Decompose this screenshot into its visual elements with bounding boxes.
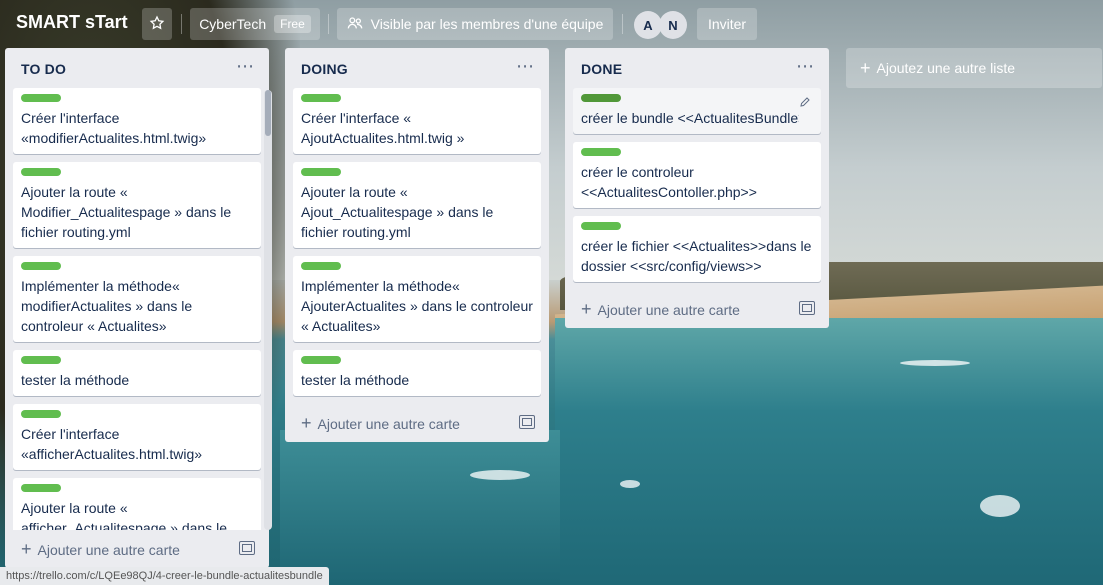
card-title: Ajouter la route « afficher_Actualitespa… bbox=[21, 500, 227, 530]
background-foam bbox=[620, 480, 640, 488]
add-card-button[interactable]: + Ajouter une autre carte bbox=[301, 413, 460, 434]
invite-button[interactable]: Inviter bbox=[697, 8, 757, 40]
visibility-label: Visible par les membres d'une équipe bbox=[370, 16, 604, 32]
card-label-green bbox=[21, 94, 61, 102]
add-card-label: Ajouter une autre carte bbox=[317, 415, 460, 432]
card-title: Implémenter la méthode« modifierActualit… bbox=[21, 278, 193, 334]
card-template-icon[interactable] bbox=[239, 541, 255, 555]
add-list-button[interactable]: + Ajoutez une autre liste bbox=[846, 48, 1102, 88]
card-label-green bbox=[301, 94, 341, 102]
add-card-button[interactable]: + Ajouter une autre carte bbox=[21, 539, 180, 560]
team-visibility-icon bbox=[347, 16, 371, 33]
card-title: Implémenter la méthode« AjouterActualite… bbox=[301, 278, 533, 334]
card[interactable]: Ajouter la route « afficher_Actualitespa… bbox=[13, 478, 261, 530]
add-card-label: Ajouter une autre carte bbox=[597, 301, 740, 318]
status-bar-url: https://trello.com/c/LQEe98QJ/4-creer-le… bbox=[0, 567, 329, 585]
list-scrollbar-thumb[interactable] bbox=[265, 90, 271, 136]
card-title: Ajouter la route « Ajout_Actualitespage … bbox=[301, 184, 494, 240]
list-title[interactable]: DONE bbox=[581, 61, 622, 77]
card-title: créer le controleur <<ActualitesContolle… bbox=[581, 164, 757, 200]
card-label-green bbox=[581, 148, 621, 156]
list-menu-icon[interactable]: ⋯ bbox=[516, 56, 535, 77]
plus-icon: + bbox=[581, 299, 592, 319]
star-button[interactable] bbox=[142, 8, 172, 40]
list-cards: créer le bundle <<ActualitesBundle>> cré… bbox=[565, 88, 829, 282]
card[interactable]: Créer l'interface « AjoutActualites.html… bbox=[293, 88, 541, 154]
card-label-green bbox=[21, 262, 61, 270]
card-title: tester la méthode bbox=[21, 372, 130, 388]
list-scrollbar[interactable] bbox=[264, 90, 272, 530]
card[interactable]: Ajouter la route « Ajout_Actualitespage … bbox=[293, 162, 541, 248]
list-footer: + Ajouter une autre carte bbox=[5, 530, 269, 568]
header-divider bbox=[328, 14, 329, 34]
card-label-green bbox=[301, 356, 341, 364]
board-header: SMART sTart CyberTech Free Visible par l… bbox=[0, 0, 1103, 48]
card[interactable]: Ajouter la route « Modifier_Actualitespa… bbox=[13, 162, 261, 248]
star-icon bbox=[149, 14, 165, 34]
card-template-icon[interactable] bbox=[519, 415, 535, 429]
list-done: DONE ⋯ créer le bundle <<ActualitesBundl… bbox=[565, 48, 829, 328]
team-button[interactable]: CyberTech Free bbox=[190, 8, 320, 40]
card[interactable]: créer le controleur <<ActualitesContolle… bbox=[573, 142, 821, 208]
card-title: Créer l'interface «afficherActualites.ht… bbox=[21, 426, 203, 462]
list-menu-icon[interactable]: ⋯ bbox=[236, 56, 255, 77]
header-divider bbox=[622, 14, 623, 34]
list-header: DOING ⋯ bbox=[285, 48, 549, 88]
background-foam bbox=[470, 470, 530, 480]
card-title: créer le fichier <<Actualites>>dans le d… bbox=[581, 238, 812, 274]
list-title[interactable]: TO DO bbox=[21, 61, 66, 77]
card-label-green bbox=[21, 168, 61, 176]
card[interactable]: créer le fichier <<Actualites>>dans le d… bbox=[573, 216, 821, 282]
add-card-label: Ajouter une autre carte bbox=[37, 541, 180, 558]
plan-badge: Free bbox=[274, 15, 311, 33]
card-label-green bbox=[301, 168, 341, 176]
card[interactable]: Créer l'interface «afficherActualites.ht… bbox=[13, 404, 261, 470]
card[interactable]: tester la méthode bbox=[293, 350, 541, 396]
list-footer: + Ajouter une autre carte bbox=[565, 290, 829, 328]
card-label-green bbox=[581, 94, 621, 102]
list-todo: TO DO ⋯ Créer l'interface «modifierActua… bbox=[5, 48, 269, 568]
list-doing: DOING ⋯ Créer l'interface « AjoutActuali… bbox=[285, 48, 549, 442]
list-menu-icon[interactable]: ⋯ bbox=[796, 56, 815, 77]
member-avatar[interactable]: A bbox=[634, 11, 662, 39]
add-card-button[interactable]: + Ajouter une autre carte bbox=[581, 299, 740, 320]
card[interactable]: créer le bundle <<ActualitesBundle>> bbox=[573, 88, 821, 134]
background-sea-left bbox=[280, 430, 560, 585]
card-title: tester la méthode bbox=[301, 372, 410, 388]
card-title: Créer l'interface «modifierActualites.ht… bbox=[21, 110, 207, 146]
list-cards: Créer l'interface « AjoutActualites.html… bbox=[285, 88, 549, 396]
pencil-icon[interactable] bbox=[799, 96, 811, 111]
plus-icon: + bbox=[301, 413, 312, 433]
card-title: créer le bundle <<ActualitesBundle>> bbox=[581, 110, 799, 126]
add-list-label: Ajoutez une autre liste bbox=[876, 60, 1016, 76]
card-label-green bbox=[21, 356, 61, 364]
header-divider bbox=[181, 14, 182, 34]
card-label-green bbox=[581, 222, 621, 230]
plus-icon: + bbox=[21, 539, 32, 559]
list-title[interactable]: DOING bbox=[301, 61, 348, 77]
visibility-button[interactable]: Visible par les membres d'une équipe bbox=[337, 8, 613, 40]
card[interactable]: Implémenter la méthode« modifierActualit… bbox=[13, 256, 261, 342]
member-avatar[interactable]: N bbox=[659, 11, 687, 39]
background-foam bbox=[980, 495, 1020, 517]
card-title: Créer l'interface « AjoutActualites.html… bbox=[301, 110, 465, 146]
list-header: TO DO ⋯ bbox=[5, 48, 269, 88]
background-sea bbox=[555, 318, 1103, 585]
list-footer: + Ajouter une autre carte bbox=[285, 404, 549, 442]
list-cards: Créer l'interface «modifierActualites.ht… bbox=[5, 88, 269, 530]
board-title[interactable]: SMART sTart bbox=[16, 12, 128, 33]
card[interactable]: tester la méthode bbox=[13, 350, 261, 396]
card[interactable]: Implémenter la méthode« AjouterActualite… bbox=[293, 256, 541, 342]
card-template-icon[interactable] bbox=[799, 301, 815, 315]
plus-icon: + bbox=[860, 57, 871, 78]
card-label-green bbox=[21, 410, 61, 418]
card-title: Ajouter la route « Modifier_Actualitespa… bbox=[21, 184, 232, 240]
card-label-green bbox=[301, 262, 341, 270]
card[interactable]: Créer l'interface «modifierActualites.ht… bbox=[13, 88, 261, 154]
card-label-green bbox=[21, 484, 61, 492]
list-header: DONE ⋯ bbox=[565, 48, 829, 88]
team-name: CyberTech bbox=[199, 16, 267, 32]
background-foam bbox=[900, 360, 970, 366]
